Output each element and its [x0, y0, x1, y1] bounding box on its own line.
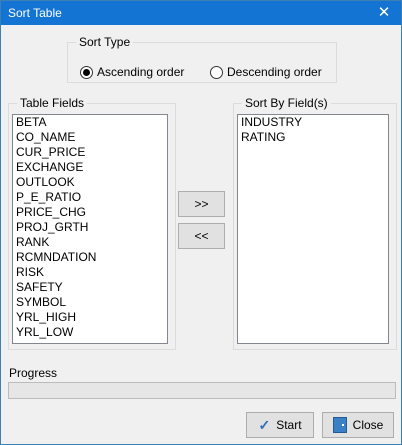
list-item[interactable]: SAFETY: [13, 280, 167, 295]
table-fields-group: Table Fields BETA CO_NAME CUR_PRICE EXCHANG…: [8, 96, 176, 350]
list-item[interactable]: CO_NAME: [13, 130, 167, 145]
descending-radio-dot[interactable]: [210, 65, 223, 79]
close-button[interactable]: Close: [322, 412, 394, 438]
check-icon: ✓: [258, 416, 271, 433]
descending-radio-label: Descending order: [227, 65, 322, 79]
list-item[interactable]: PRICE_CHG: [13, 205, 167, 220]
ascending-radio-dot[interactable]: [80, 65, 93, 79]
close-icon[interactable]: ✕: [367, 1, 401, 25]
list-item[interactable]: RATING: [238, 130, 388, 145]
descending-radio[interactable]: Descending order: [210, 65, 322, 79]
progress-label: Progress: [9, 366, 58, 380]
list-item[interactable]: SYMBOL: [13, 295, 167, 310]
ascending-radio-label: Ascending order: [97, 65, 185, 79]
add-field-button[interactable]: >>: [178, 191, 225, 217]
table-fields-legend: Table Fields: [20, 96, 85, 110]
remove-field-button[interactable]: <<: [178, 223, 225, 249]
start-button[interactable]: ✓ Start: [246, 412, 314, 438]
list-item[interactable]: YRL_LOW: [13, 325, 167, 340]
progress-bar: [8, 382, 396, 399]
table-fields-listbox[interactable]: BETA CO_NAME CUR_PRICE EXCHANGE OUTLOOK P_E_R…: [12, 114, 168, 344]
close-button-label: Close: [352, 418, 384, 432]
ascending-radio[interactable]: Ascending order: [80, 65, 184, 79]
list-item[interactable]: OUTLOOK: [13, 175, 167, 190]
list-item[interactable]: INDUSTRY: [238, 115, 388, 130]
sort-table-dialog: Sort Table ✕ Sort Type Ascending order D…: [0, 0, 402, 445]
list-item[interactable]: EXCHANGE: [13, 160, 167, 175]
door-icon: [332, 417, 347, 433]
window-title: Sort Table: [8, 6, 62, 20]
sort-type-group: Sort Type Ascending order Descending ord…: [67, 35, 337, 83]
list-item[interactable]: CUR_PRICE: [13, 145, 167, 160]
sort-type-legend: Sort Type: [79, 35, 131, 49]
list-item[interactable]: BETA: [13, 115, 167, 130]
start-button-label: Start: [276, 418, 302, 432]
sort-by-listbox[interactable]: INDUSTRY RATING: [237, 114, 389, 344]
list-item[interactable]: RISK: [13, 265, 167, 280]
list-item[interactable]: RANK: [13, 235, 167, 250]
list-item[interactable]: RCMNDATION: [13, 250, 167, 265]
sort-by-group: Sort By Field(s) INDUSTRY RATING: [233, 96, 397, 350]
list-item[interactable]: P_E_RATIO: [13, 190, 167, 205]
sort-by-legend: Sort By Field(s): [245, 96, 328, 110]
list-item[interactable]: PROJ_GRTH: [13, 220, 167, 235]
title-bar: Sort Table ✕: [1, 1, 401, 25]
list-item[interactable]: YRL_HIGH: [13, 310, 167, 325]
